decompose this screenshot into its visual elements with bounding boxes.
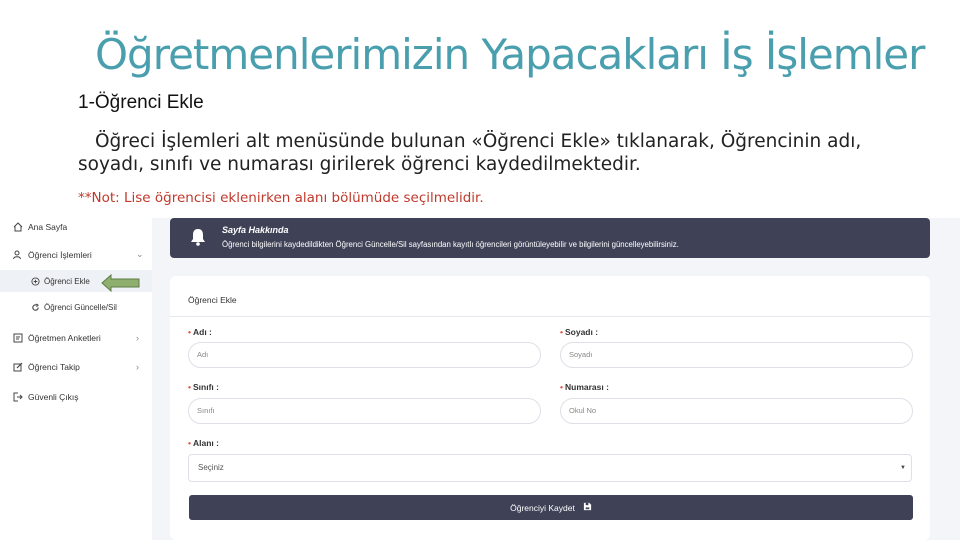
- name-input[interactable]: Adı: [188, 342, 541, 368]
- select-value: Seçiniz: [198, 463, 224, 472]
- chevron-right-icon: ›: [136, 361, 139, 372]
- app-screenshot: Ana Sayfa Öğrenci İşlemleri ⌄ Öğrenci Ek…: [0, 218, 960, 540]
- save-button-label: Öğrenciyi Kaydet: [510, 502, 575, 513]
- class-input[interactable]: Sınıfı: [188, 398, 541, 424]
- note-text: **Not: Lise öğrencisi eklenirken alanı b…: [78, 190, 484, 206]
- sidebar-item-home[interactable]: Ana Sayfa: [12, 221, 67, 232]
- pointer-arrow-icon: [101, 273, 141, 297]
- banner-text: Öğrenci bilgilerini kaydedildikten Öğren…: [222, 240, 679, 249]
- add-circle-icon: [30, 276, 40, 286]
- surname-label: • Soyadı :: [560, 327, 599, 337]
- sidebar: Ana Sayfa Öğrenci İşlemleri ⌄ Öğrenci Ek…: [0, 218, 152, 540]
- sidebar-item-label: Öğrenci Takip: [28, 361, 80, 372]
- chevron-down-icon: ⌄: [136, 249, 144, 259]
- caret-down-icon: ▼: [900, 465, 906, 471]
- divider: [170, 316, 930, 317]
- survey-icon: [12, 332, 23, 343]
- users-icon: [12, 249, 23, 260]
- logout-icon: [12, 391, 23, 402]
- sidebar-item-label: Öğretmen Anketleri: [28, 332, 101, 343]
- save-student-button[interactable]: Öğrenciyi Kaydet: [189, 495, 913, 520]
- sidebar-subitem-label: Öğrenci Ekle: [44, 276, 90, 286]
- sidebar-item-teacher-surveys[interactable]: Öğretmen Anketleri ›: [12, 332, 139, 343]
- surname-input[interactable]: Soyadı: [560, 342, 913, 368]
- sidebar-subitem-add-student[interactable]: Öğrenci Ekle: [30, 276, 90, 286]
- sidebar-item-logout[interactable]: Güvenli Çıkış: [12, 391, 79, 402]
- edit-icon: [12, 361, 23, 372]
- form-title: Öğrenci Ekle: [188, 295, 237, 305]
- banner-title: Sayfa Hakkında: [222, 225, 289, 235]
- sidebar-item-student-tracking[interactable]: Öğrenci Takip ›: [12, 361, 139, 372]
- sidebar-item-label: Ana Sayfa: [28, 221, 68, 232]
- section-heading: 1-Öğrenci Ekle: [78, 92, 204, 113]
- bell-icon: [190, 228, 206, 251]
- field-of-study-label: • Alanı :: [188, 438, 219, 448]
- body-text: Öğreci İşlemleri alt menüsünde bulunan «…: [78, 131, 862, 175]
- class-label: • Sınıfı :: [188, 382, 219, 392]
- home-icon: [12, 221, 23, 232]
- field-of-study-select[interactable]: Seçiniz ▼: [188, 454, 912, 482]
- chevron-right-icon: ›: [136, 332, 139, 343]
- name-label: • Adı :: [188, 327, 212, 337]
- page-info-banner: Sayfa Hakkında Öğrenci bilgilerini kayde…: [170, 218, 930, 258]
- school-number-input[interactable]: Okul No: [560, 398, 913, 424]
- sidebar-subitem-label: Öğrenci Güncelle/Sil: [44, 302, 117, 312]
- sidebar-item-student-operations[interactable]: Öğrenci İşlemleri ⌄: [12, 249, 144, 260]
- number-label: • Numarası :: [560, 382, 609, 392]
- sidebar-item-label: Güvenli Çıkış: [28, 391, 79, 402]
- sidebar-subitem-update-student[interactable]: Öğrenci Güncelle/Sil: [30, 302, 117, 312]
- floppy-disk-icon: [583, 502, 592, 513]
- slide-title: Öğretmenlerimizin Yapacakları İş İşlemle…: [95, 30, 925, 79]
- refresh-icon: [30, 302, 40, 312]
- sidebar-item-label: Öğrenci İşlemleri: [28, 249, 92, 260]
